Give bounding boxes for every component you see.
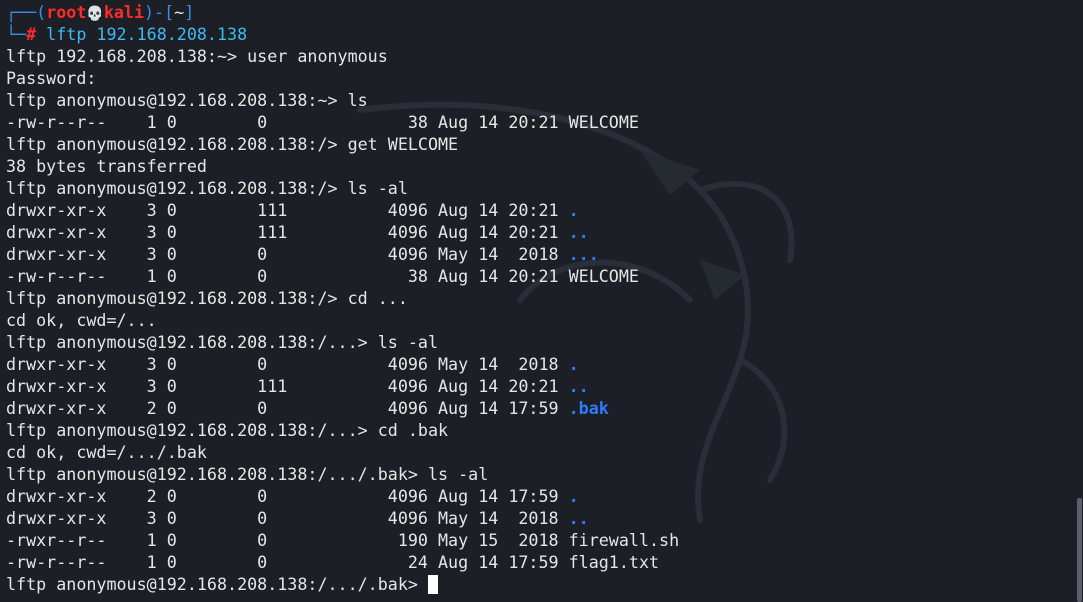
prompt-command-line: └─# lftp 192.168.208.138: [6, 23, 247, 45]
terminal-line: -rw-r--r-- 1 0 0 24 Aug 14 17:59 flag1.t…: [6, 551, 659, 573]
terminal-line: lftp anonymous@192.168.208.138:~> ls: [6, 89, 368, 111]
line-text: -rwxr--r-- 1 0 0 190 May 15 2018 firewal…: [6, 530, 680, 550]
terminal-window[interactable]: ┌──(root💀kali)-[~] └─# lftp 192.168.208.1…: [0, 0, 1083, 602]
skull-icon: 💀: [86, 6, 104, 22]
line-text: drwxr-xr-x 3 0 111 4096 Aug 14 20:21: [6, 376, 569, 396]
prompt-dir-open: )-[: [144, 2, 175, 22]
terminal-line: cd ok, cwd=/.../.bak: [6, 441, 207, 463]
directory-name: ..: [568, 508, 589, 528]
terminal-line: lftp anonymous@192.168.208.138:/...> ls …: [6, 331, 438, 353]
terminal-line: lftp anonymous@192.168.208.138:/> get WE…: [6, 133, 458, 155]
line-text: lftp anonymous@192.168.208.138:/.../.bak…: [6, 574, 428, 594]
line-text: cd ok, cwd=/.../.bak: [6, 442, 207, 462]
directory-name: .bak: [568, 398, 609, 418]
directory-name: ...: [568, 244, 599, 264]
line-text: lftp anonymous@192.168.208.138:/...> ls …: [6, 332, 439, 352]
prompt-dir-close: ]: [184, 2, 195, 22]
line-text: lftp 192.168.208.138:~> user anonymous: [6, 46, 388, 66]
directory-name: .: [568, 354, 579, 374]
terminal-line: lftp anonymous@192.168.208.138:/> cd ...: [6, 287, 408, 309]
line-text: lftp anonymous@192.168.208.138:/> ls -al: [6, 178, 408, 198]
scrollbar[interactable]: [1077, 498, 1082, 602]
terminal-line: drwxr-xr-x 2 0 0 4096 Aug 14 17:59 .bak: [6, 397, 609, 419]
terminal-line: drwxr-xr-x 3 0 0 4096 May 14 2018 .: [6, 353, 579, 375]
line-text: lftp anonymous@192.168.208.138:/> get WE…: [6, 134, 459, 154]
terminal-line: drwxr-xr-x 3 0 0 4096 May 14 2018 ..: [6, 507, 589, 529]
line-text: lftp anonymous@192.168.208.138:~> ls: [6, 90, 368, 110]
prompt-dir: ~: [174, 2, 185, 22]
terminal-line: lftp anonymous@192.168.208.138:/.../.bak…: [6, 573, 438, 595]
prompt-frame-bottom: └─: [6, 24, 27, 44]
terminal-line: -rw-r--r-- 1 0 0 38 Aug 14 20:21 WELCOME: [6, 265, 639, 287]
line-text: drwxr-xr-x 2 0 0 4096 Aug 14 17:59: [6, 398, 569, 418]
line-text: -rw-r--r-- 1 0 0 38 Aug 14 20:21 WELCOME: [6, 112, 639, 132]
line-text: Password:: [6, 68, 97, 88]
line-text: drwxr-xr-x 2 0 0 4096 Aug 14 17:59: [6, 486, 569, 506]
terminal-line: lftp anonymous@192.168.208.138:/...> cd …: [6, 419, 448, 441]
terminal-line: cd ok, cwd=/...: [6, 309, 157, 331]
line-text: -rw-r--r-- 1 0 0 38 Aug 14 20:21 WELCOME: [6, 266, 639, 286]
prompt-user: root: [46, 2, 87, 22]
terminal-line: lftp anonymous@192.168.208.138:/.../.bak…: [6, 463, 488, 485]
line-text: lftp anonymous@192.168.208.138:/.../.bak…: [6, 464, 489, 484]
terminal-line: drwxr-xr-x 3 0 111 4096 Aug 14 20:21 ..: [6, 375, 589, 397]
terminal-line: -rwxr--r-- 1 0 0 190 May 15 2018 firewal…: [6, 529, 679, 551]
terminal-line: drwxr-xr-x 3 0 0 4096 May 14 2018 ...: [6, 243, 599, 265]
line-text: 38 bytes transferred: [6, 156, 207, 176]
directory-name: .: [568, 200, 579, 220]
terminal-line: Password:: [6, 67, 96, 89]
line-text: lftp anonymous@192.168.208.138:/> cd ...: [6, 288, 408, 308]
directory-name: .: [568, 486, 579, 506]
directory-name: ..: [568, 376, 589, 396]
prompt-hash: #: [26, 24, 37, 44]
terminal-line: lftp anonymous@192.168.208.138:/> ls -al: [6, 177, 408, 199]
terminal-line: drwxr-xr-x 2 0 0 4096 Aug 14 17:59 .: [6, 485, 579, 507]
line-text: drwxr-xr-x 3 0 111 4096 Aug 14 20:21: [6, 222, 569, 242]
line-text: drwxr-xr-x 3 0 0 4096 May 14 2018: [6, 244, 569, 264]
line-text: drwxr-xr-x 3 0 0 4096 May 14 2018: [6, 508, 569, 528]
terminal-line: drwxr-xr-x 3 0 111 4096 Aug 14 20:21 .: [6, 199, 579, 221]
terminal-line: lftp 192.168.208.138:~> user anonymous: [6, 45, 388, 67]
text-cursor[interactable]: [427, 575, 438, 594]
terminal-line: drwxr-xr-x 3 0 111 4096 Aug 14 20:21 ..: [6, 221, 589, 243]
prompt-host: kali: [103, 2, 144, 22]
directory-name: ..: [568, 222, 589, 242]
terminal-line: 38 bytes transferred: [6, 155, 207, 177]
prompt-frame-top: ┌──(: [6, 2, 47, 22]
terminal-line: -rw-r--r-- 1 0 0 38 Aug 14 20:21 WELCOME: [6, 111, 639, 133]
line-text: drwxr-xr-x 3 0 0 4096 May 14 2018: [6, 354, 569, 374]
line-text: cd ok, cwd=/...: [6, 310, 157, 330]
command-text: lftp 192.168.208.138: [36, 24, 248, 44]
line-text: drwxr-xr-x 3 0 111 4096 Aug 14 20:21: [6, 200, 569, 220]
line-text: -rw-r--r-- 1 0 0 24 Aug 14 17:59 flag1.t…: [6, 552, 660, 572]
line-text: lftp anonymous@192.168.208.138:/...> cd …: [6, 420, 449, 440]
prompt-header: ┌──(root💀kali)-[~]: [6, 1, 194, 23]
